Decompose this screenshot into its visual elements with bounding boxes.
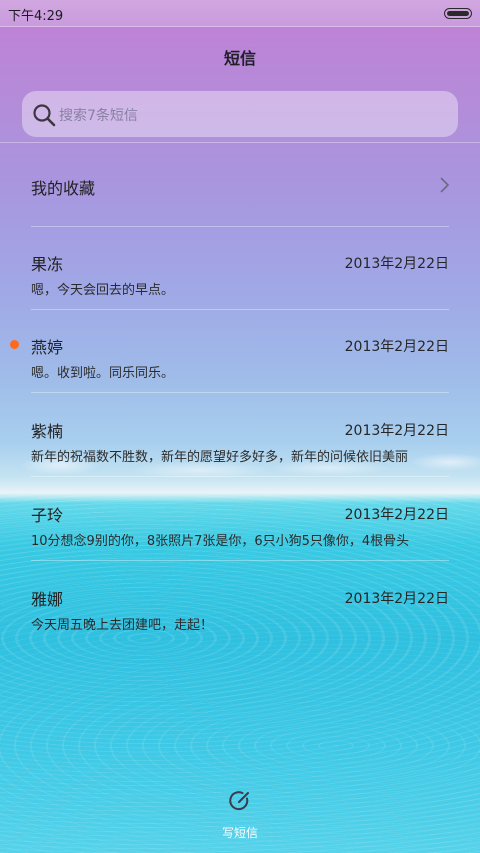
message-preview: 今天周五晚上去团建吧，走起！	[31, 618, 214, 633]
message-date: 2013年2月22日	[344, 507, 449, 523]
search-input[interactable]: 搜索7条短信	[22, 91, 458, 137]
conversation-row[interactable]: 雅娜 2013年2月22日 今天周五晚上去团建吧，走起！	[0, 563, 480, 645]
chevron-right-icon	[437, 176, 451, 194]
message-date: 2013年2月22日	[344, 256, 449, 272]
divider	[31, 560, 449, 561]
divider	[31, 226, 449, 227]
message-date: 2013年2月22日	[344, 591, 449, 607]
divider	[31, 476, 449, 477]
battery-icon	[444, 8, 472, 19]
conversation-row[interactable]: 子玲 2013年2月22日 10分想念9别的你，8张照片7张是你，6只小狗5只像…	[0, 479, 480, 561]
favorites-item[interactable]: 我的收藏	[0, 152, 480, 222]
unread-dot-icon	[10, 340, 19, 349]
search-icon	[32, 103, 56, 127]
divider	[31, 392, 449, 393]
page-title: 短信	[223, 49, 256, 68]
compose-button[interactable]: 写短信	[210, 786, 270, 846]
search-placeholder: 搜索7条短信	[59, 108, 138, 124]
status-time: 下午4:29	[8, 9, 64, 24]
contact-name: 子玲	[31, 506, 64, 525]
compose-label: 写短信	[221, 826, 258, 840]
message-preview: 嗯。收到啦。同乐同乐。	[31, 366, 175, 381]
status-bar: 下午4:29	[0, 0, 480, 27]
conversation-row[interactable]: 紫楠 2013年2月22日 新年的祝福数不胜数，新年的愿望好多好多，新年的问候依…	[0, 395, 480, 477]
contact-name: 紫楠	[31, 422, 64, 441]
message-date: 2013年2月22日	[344, 339, 449, 355]
contact-name: 燕婷	[31, 338, 64, 357]
divider	[0, 142, 480, 143]
contact-name: 果冻	[31, 255, 64, 274]
message-preview: 新年的祝福数不胜数，新年的愿望好多好多，新年的问候依旧美丽	[31, 450, 409, 465]
favorites-label: 我的收藏	[31, 179, 96, 198]
divider	[31, 309, 449, 310]
message-preview: 嗯，今天会回去的早点。	[31, 283, 175, 298]
message-preview: 10分想念9别的你，8张照片7张是你，6只小狗5只像你，4根骨头	[31, 534, 410, 549]
message-date: 2013年2月22日	[344, 423, 449, 439]
conversation-row[interactable]: 果冻 2013年2月22日 嗯，今天会回去的早点。	[0, 228, 480, 310]
conversation-row[interactable]: 燕婷 2013年2月22日 嗯。收到啦。同乐同乐。	[0, 311, 480, 393]
contact-name: 雅娜	[31, 590, 64, 609]
compose-icon	[228, 789, 252, 813]
